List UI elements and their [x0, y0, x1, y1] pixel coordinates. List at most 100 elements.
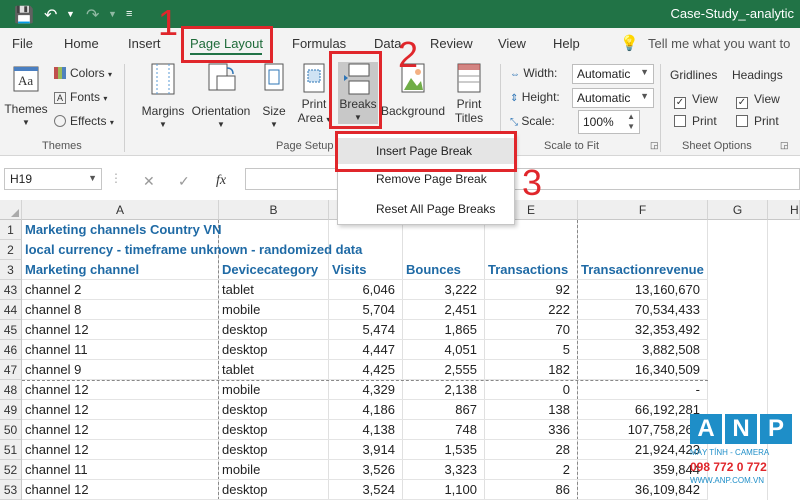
row-header[interactable]: 52 [0, 460, 22, 480]
row-header[interactable]: 53 [0, 480, 22, 500]
table-cell[interactable]: 1,535 [403, 440, 485, 460]
table-column-header[interactable]: Devicecategory [219, 260, 329, 280]
table-cell[interactable]: 3,323 [403, 460, 485, 480]
table-cell[interactable]: 0 [485, 380, 578, 400]
undo-icon[interactable]: ↶ [44, 5, 57, 25]
save-icon[interactable]: 💾 [14, 5, 34, 25]
column-header-f[interactable]: F [578, 200, 708, 220]
tell-me-box[interactable]: Tell me what you want to [648, 36, 790, 51]
table-cell[interactable]: 66,192,281 [578, 400, 708, 420]
gridlines-print-checkbox[interactable]: Print [674, 114, 717, 128]
table-cell[interactable]: 5,474 [329, 320, 403, 340]
redo-dropdown-icon[interactable]: ▼ [108, 9, 117, 19]
table-cell[interactable]: 86 [485, 480, 578, 500]
table-cell[interactable]: channel 12 [22, 380, 219, 400]
tab-file[interactable]: File [12, 36, 33, 51]
tab-help[interactable]: Help [553, 36, 580, 51]
orientation-button[interactable]: Orientation ▼ [188, 62, 254, 132]
table-cell[interactable]: 21,924,423 [578, 440, 708, 460]
table-cell[interactable]: 359,844 [578, 460, 708, 480]
table-cell[interactable]: 182 [485, 360, 578, 380]
scale-launcher-icon[interactable]: ◲ [650, 140, 659, 151]
gridlines-view-checkbox[interactable]: ✓ View [674, 92, 718, 109]
size-button[interactable]: Size ▼ [258, 62, 290, 132]
row-header[interactable]: 46 [0, 340, 22, 360]
cancel-icon[interactable]: ✕ [143, 173, 155, 190]
row-header[interactable]: 43 [0, 280, 22, 300]
table-cell[interactable]: 138 [485, 400, 578, 420]
table-cell[interactable]: tablet [219, 280, 329, 300]
table-cell[interactable]: 1,865 [403, 320, 485, 340]
table-cell[interactable]: 336 [485, 420, 578, 440]
table-cell[interactable]: 3,914 [329, 440, 403, 460]
table-cell[interactable]: 32,353,492 [578, 320, 708, 340]
table-cell[interactable]: 70,534,433 [578, 300, 708, 320]
sheet-title-cell[interactable]: Marketing channels Country VN [22, 220, 482, 240]
table-cell[interactable]: 3,526 [329, 460, 403, 480]
table-cell[interactable]: 4,425 [329, 360, 403, 380]
table-cell[interactable]: 3,882,508 [578, 340, 708, 360]
tab-insert[interactable]: Insert [128, 36, 161, 51]
table-cell[interactable]: 5 [485, 340, 578, 360]
table-cell[interactable]: channel 12 [22, 420, 219, 440]
table-cell[interactable]: 4,186 [329, 400, 403, 420]
insert-function-icon[interactable]: fx [216, 173, 226, 189]
row-header[interactable]: 44 [0, 300, 22, 320]
enter-icon[interactable]: ✓ [178, 173, 190, 190]
headings-view-checkbox[interactable]: ✓ View [736, 92, 780, 109]
table-cell[interactable]: 4,447 [329, 340, 403, 360]
table-cell[interactable]: 70 [485, 320, 578, 340]
table-cell[interactable]: 3,222 [403, 280, 485, 300]
table-cell[interactable]: desktop [219, 400, 329, 420]
table-cell[interactable]: 867 [403, 400, 485, 420]
table-cell[interactable]: 28 [485, 440, 578, 460]
table-cell[interactable]: mobile [219, 300, 329, 320]
row-header[interactable]: 1 [0, 220, 22, 240]
table-cell[interactable]: 4,051 [403, 340, 485, 360]
tab-review[interactable]: Review [430, 36, 473, 51]
table-cell[interactable]: tablet [219, 360, 329, 380]
table-cell[interactable]: 5,704 [329, 300, 403, 320]
table-cell[interactable]: 1,100 [403, 480, 485, 500]
row-header[interactable]: 2 [0, 240, 22, 260]
column-header-g[interactable]: G [708, 200, 768, 220]
column-header-h[interactable]: H [768, 200, 800, 220]
select-all-corner[interactable] [0, 200, 22, 220]
table-cell[interactable]: 107,758,267 [578, 420, 708, 440]
table-cell[interactable]: desktop [219, 480, 329, 500]
table-cell[interactable]: channel 12 [22, 400, 219, 420]
table-cell[interactable]: 4,329 [329, 380, 403, 400]
table-cell[interactable]: 2,138 [403, 380, 485, 400]
tab-formulas[interactable]: Formulas [292, 36, 346, 51]
undo-dropdown-icon[interactable]: ▼ [66, 9, 75, 19]
themes-button[interactable]: Aa Themes ▼ [4, 62, 48, 130]
sheet-title-cell[interactable]: local currency - timeframe unknown - ran… [22, 240, 482, 260]
table-cell[interactable]: 222 [485, 300, 578, 320]
table-cell[interactable]: 16,340,509 [578, 360, 708, 380]
table-cell[interactable]: mobile [219, 380, 329, 400]
menu-item-reset-all-page-breaks[interactable]: Reset All Page Breaks [338, 196, 514, 222]
row-header[interactable]: 51 [0, 440, 22, 460]
fonts-button[interactable]: A Fonts ▾ [54, 90, 107, 104]
column-header-b[interactable]: B [219, 200, 329, 220]
table-cell[interactable]: desktop [219, 420, 329, 440]
tab-home[interactable]: Home [64, 36, 99, 51]
table-cell[interactable]: channel 8 [22, 300, 219, 320]
row-header[interactable]: 47 [0, 360, 22, 380]
table-cell[interactable]: 2 [485, 460, 578, 480]
spinner-icon[interactable]: ▲ ▼ [627, 112, 635, 132]
table-column-header[interactable]: Visits [329, 260, 403, 280]
table-cell[interactable]: channel 12 [22, 480, 219, 500]
table-cell[interactable]: desktop [219, 440, 329, 460]
row-header[interactable]: 3 [0, 260, 22, 280]
row-header[interactable]: 49 [0, 400, 22, 420]
table-cell[interactable]: 2,555 [403, 360, 485, 380]
table-cell[interactable]: channel 11 [22, 340, 219, 360]
table-cell[interactable]: 748 [403, 420, 485, 440]
table-cell[interactable]: channel 2 [22, 280, 219, 300]
table-cell[interactable]: 4,138 [329, 420, 403, 440]
effects-button[interactable]: Effects ▾ [54, 114, 114, 128]
table-column-header[interactable]: Marketing channel [22, 260, 219, 280]
table-cell[interactable]: mobile [219, 460, 329, 480]
table-cell[interactable]: - [578, 380, 708, 400]
